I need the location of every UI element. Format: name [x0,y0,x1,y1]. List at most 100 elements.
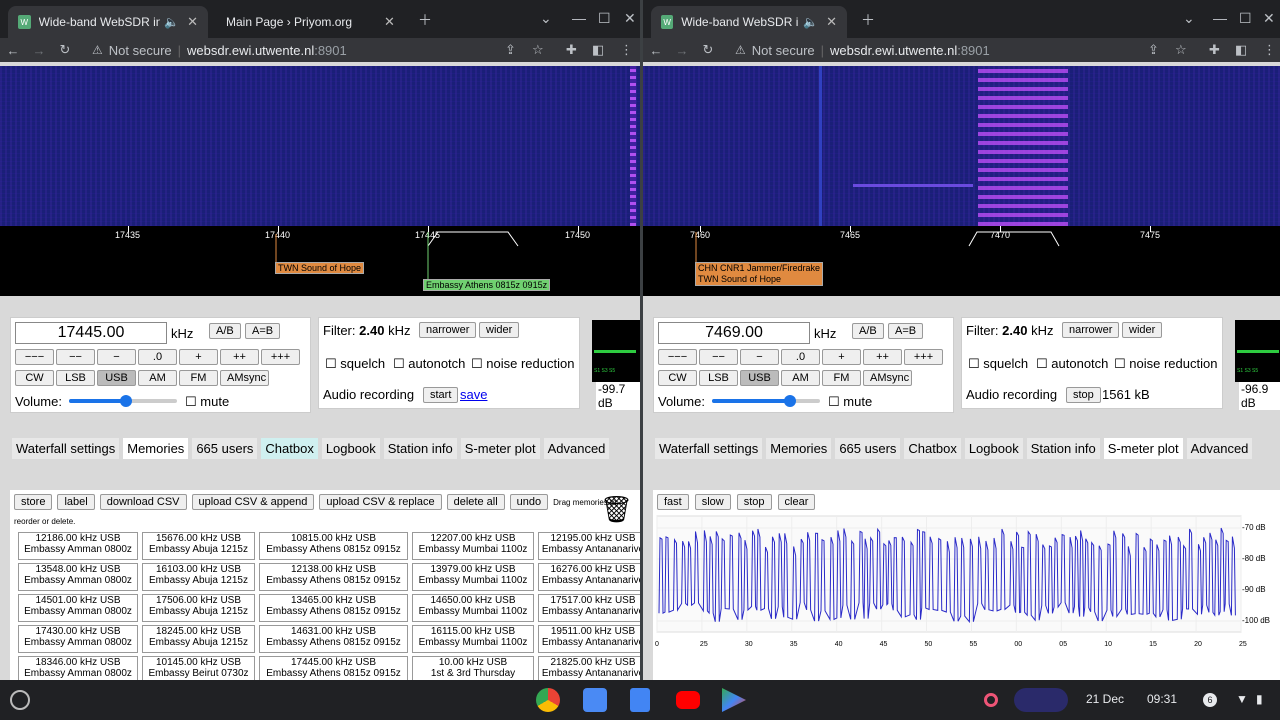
memory-cell[interactable]: 17506.00 kHz USB Embassy Abuja 1215z [142,594,255,622]
memory-cell[interactable]: 19511.00 kHz USB Embassy Antananarivo [538,625,640,653]
launcher-icon[interactable] [10,690,30,710]
step-button[interactable]: −− [56,349,95,365]
reload-icon[interactable]: ↻ [695,42,721,58]
step-button[interactable]: + [179,349,218,365]
tab-advanced[interactable]: Advanced [1186,438,1253,459]
memory-cell[interactable]: 17445.00 kHz USB Embassy Athens 0815z 091… [259,656,408,680]
wifi-icon[interactable]: ▼ [1236,692,1248,706]
noise-reduction-checkbox[interactable]: ☐ noise reduction [471,356,574,372]
upload-csv-replace-button[interactable]: upload CSV & replace [319,494,442,510]
mode-usb-button[interactable]: USB [740,370,779,386]
play-store-icon[interactable] [722,688,746,712]
mode-amsync-button[interactable]: AMsync [220,370,269,386]
memory-cell[interactable]: 16276.00 kHz USB Embassy Antananarivo [538,563,640,591]
tab-search-icon[interactable]: ⌄ [540,10,552,27]
step-button[interactable]: −− [699,349,738,365]
memory-cell[interactable]: 17430.00 kHz USB Embassy Amman 0800z [18,625,138,653]
close-tab-icon[interactable]: ✕ [187,14,198,30]
memory-cell[interactable]: 13465.00 kHz USB Embassy Athens 0815z 091… [259,594,408,622]
date-label[interactable]: 21 Dec [1086,692,1124,706]
memory-cell[interactable]: 12195.00 kHz USB Embassy Antananarivo [538,532,640,560]
tab-search-icon[interactable]: ⌄ [1183,10,1195,27]
memory-cell[interactable]: 15676.00 kHz USB Embassy Abuja 1215z [142,532,255,560]
battery-icon[interactable]: ▮ [1256,692,1263,706]
mute-checkbox[interactable]: ☐ mute [185,394,229,410]
save-recording-link[interactable]: save [460,387,487,402]
address-bar[interactable]: ⚠ Not secure | websdr.ewi.utwente.nl:890… [92,38,347,62]
frequency-input[interactable]: 17445.00 [15,322,167,344]
plot-fast-button[interactable]: fast [657,494,689,510]
delete-all-button[interactable]: delete all [446,494,505,510]
minimize-icon[interactable]: — [572,10,586,26]
side-panel-icon[interactable]: ◧ [592,42,604,58]
address-bar[interactable]: ⚠ Not secure | websdr.ewi.utwente.nl:890… [735,38,990,62]
store-button[interactable]: store [14,494,53,510]
noise-reduction-checkbox[interactable]: ☐ noise reduction [1114,356,1217,372]
tab-users[interactable]: 665 users [835,438,901,459]
trash-icon[interactable]: 🗑 [600,494,633,525]
station-label[interactable]: TWN Sound of Hope [275,262,365,274]
frequency-input[interactable]: 7469.00 [658,322,810,344]
frequency-scale[interactable]: 17435 17440 17445 17450 TWN Sound of Hop… [0,226,640,296]
waterfall-display[interactable] [643,66,1280,226]
minimize-icon[interactable]: — [1213,10,1227,26]
plot-stop-button[interactable]: stop [736,494,772,510]
maximize-icon[interactable]: ☐ [1239,10,1252,27]
autonotch-checkbox[interactable]: ☐ autonotch [393,356,465,372]
squelch-checkbox[interactable]: ☐ squelch [968,356,1028,372]
ab-button[interactable]: A/B [209,323,241,339]
memory-cell[interactable]: 21825.00 kHz USB Embassy Antananarivo [538,656,640,680]
mode-cw-button[interactable]: CW [15,370,54,386]
memory-cell[interactable]: 12207.00 kHz USB Embassy Mumbai 1100z [412,532,534,560]
tab-websdr[interactable]: W Wide-band WebSDR in Ensch 🔈 ✕ [651,6,847,38]
memory-cell[interactable]: 10145.00 kHz USB Embassy Beirut 0730z [142,656,255,680]
step-button[interactable]: .0 [138,349,177,365]
memory-cell[interactable]: 18346.00 kHz USB Embassy Amman 0800z [18,656,138,680]
plot-clear-button[interactable]: clear [777,494,816,510]
tab-station-info[interactable]: Station info [1026,438,1100,459]
tote-icon[interactable] [1014,688,1068,712]
tab-chatbox[interactable]: Chatbox [904,438,961,459]
narrower-button[interactable]: narrower [1062,322,1120,338]
tab-s-meter-plot[interactable]: S-meter plot [1103,438,1183,459]
mode-lsb-button[interactable]: LSB [56,370,95,386]
bookmark-star-icon[interactable]: ☆ [532,42,544,58]
step-button[interactable]: −−− [658,349,697,365]
maximize-icon[interactable]: ☐ [598,10,611,27]
upload-csv-append-button[interactable]: upload CSV & append [191,494,315,510]
mode-fm-button[interactable]: FM [822,370,861,386]
back-icon[interactable]: ← [0,43,26,58]
record-stop-button[interactable]: stop [1066,387,1101,403]
mode-am-button[interactable]: AM [781,370,820,386]
youtube-icon[interactable] [676,691,700,709]
waterfall-display[interactable] [0,66,640,226]
forward-icon[interactable]: → [669,43,695,58]
mode-amsync-button[interactable]: AMsync [863,370,912,386]
label-button[interactable]: label [57,494,95,510]
tab-advanced[interactable]: Advanced [543,438,610,459]
close-window-icon[interactable]: ✕ [1263,10,1275,27]
share-icon[interactable]: ⇪ [1148,42,1159,58]
record-start-button[interactable]: start [423,387,459,403]
new-tab-icon[interactable]: ＋ [418,10,432,30]
step-button[interactable]: .0 [781,349,820,365]
step-button[interactable]: ++ [220,349,259,365]
tab-users[interactable]: 665 users [192,438,258,459]
menu-icon[interactable]: ⋮ [620,42,633,58]
share-icon[interactable]: ⇪ [505,42,516,58]
memory-cell[interactable]: 14631.00 kHz USB Embassy Athens 0815z 091… [259,625,408,653]
ab-button[interactable]: A/B [852,323,884,339]
menu-icon[interactable]: ⋮ [1263,42,1276,58]
mode-am-button[interactable]: AM [138,370,177,386]
autonotch-checkbox[interactable]: ☐ autonotch [1036,356,1108,372]
narrower-button[interactable]: narrower [419,322,477,338]
close-tab-icon[interactable]: ✕ [826,14,837,30]
memory-cell[interactable]: 16103.00 kHz USB Embassy Abuja 1215z [142,563,255,591]
station-label[interactable]: Embassy Athens 0815z 0915z [423,279,551,291]
memory-cell[interactable]: 14501.00 kHz USB Embassy Amman 0800z [18,594,138,622]
side-panel-icon[interactable]: ◧ [1235,42,1247,58]
tab-websdr[interactable]: W Wide-band WebSDR in Ensch 🔈 ✕ [8,6,208,38]
undo-button[interactable]: undo [509,494,549,510]
mute-checkbox[interactable]: ☐ mute [828,394,872,410]
bookmark-star-icon[interactable]: ☆ [1175,42,1187,58]
